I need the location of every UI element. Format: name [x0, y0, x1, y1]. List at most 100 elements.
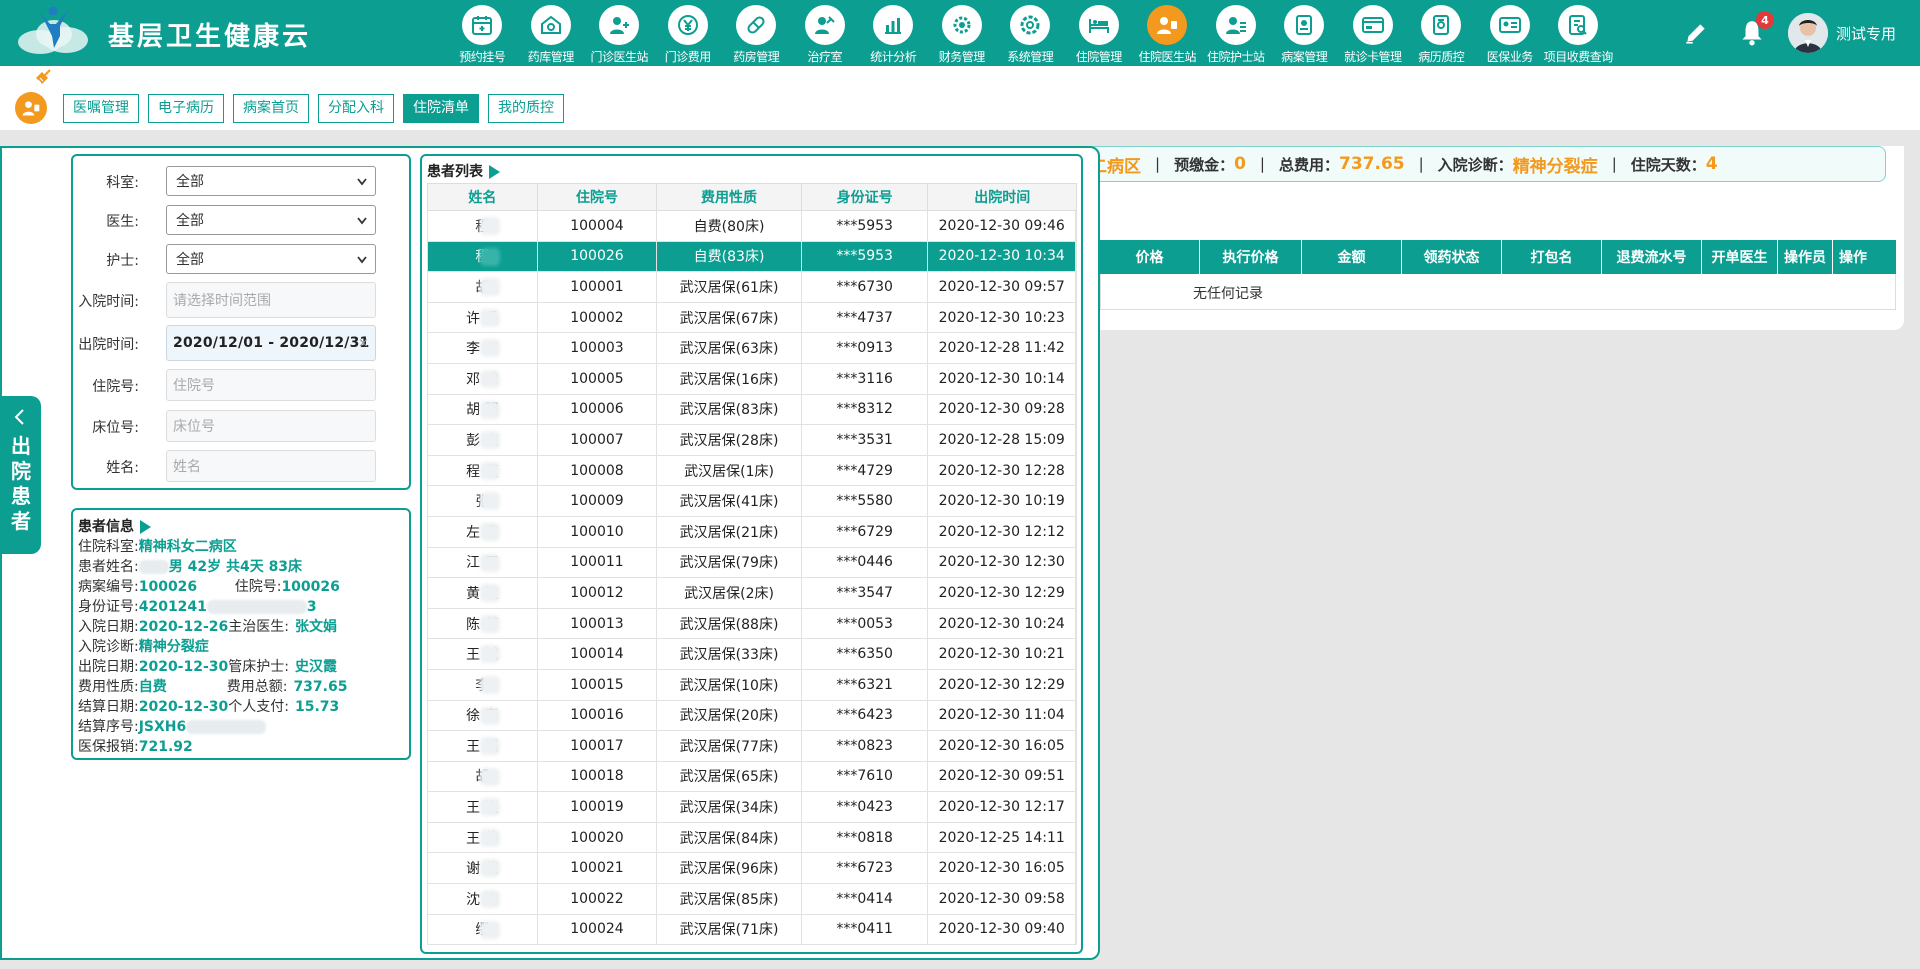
table-row[interactable]: 左 青 100010 武汉居保(21床) ***6729 2020-12-30 12:1… [427, 516, 1077, 548]
cell-fee-type-text: 武汉居保(84床) [679, 830, 779, 847]
nav-statistics[interactable]: 统计分析 [859, 5, 928, 65]
table-row[interactable]: 王 娟 100017 武汉居保(77床) ***0823 2020-12-30 16:0… [427, 731, 1077, 762]
tab-assign-dept[interactable]: 分配入科 [318, 94, 394, 123]
table-row[interactable]: 沈 涛 100022 武汉居保(85床) ***0414 2020-12-30 09:5… [427, 884, 1077, 915]
nav-outpatient-fee[interactable]: 门诊费用 [654, 5, 723, 65]
nav-visit-card[interactable]: 就诊卡管理 [1339, 5, 1408, 65]
tab-my-quality[interactable]: 我的质控 [488, 94, 564, 123]
cell-inpatient-no: 100007 [538, 425, 658, 455]
nav-record-quality[interactable]: 病历质控 [1407, 5, 1476, 65]
cell-fee-type-text: 武汉居保(21床) [679, 524, 779, 541]
nav-insurance[interactable]: 医保业务 [1476, 5, 1545, 65]
nav-inpatient-doctor[interactable]: 住院医生站 [1133, 5, 1202, 65]
nav-inpatient-mgmt[interactable]: 住院管理 [1065, 5, 1134, 65]
table-row[interactable]: 王 斌 100014 武汉居保(33床) ***6350 2020-12-30 10:2… [427, 639, 1077, 670]
table-row[interactable]: 邓 球 100005 武汉居保(16床) ***3116 2020-12-30 10:1… [427, 363, 1077, 395]
cell-discharge-time: 2020-12-30 09:46 [928, 211, 1076, 241]
masked-name [480, 645, 500, 664]
table-row[interactable]: 程 莲 100008 武汉居保(1床) ***4729 2020-12-30 12:28 [427, 455, 1077, 487]
info-label: 身份证号: [78, 599, 139, 615]
cell-fee-type: 武汉居保(1床) [657, 455, 802, 486]
inpatient-no-input[interactable]: 住院号 [166, 369, 376, 401]
nav-appointment[interactable]: 预约挂号 [448, 5, 517, 65]
cell-discharge-time: 2020-12-28 11:42 [928, 333, 1076, 363]
table-row[interactable]: 程 100004 自费(80床) ***5953 2020-12-30 09:46 [427, 211, 1077, 242]
cell-inpatient-no-text: 100006 [570, 401, 624, 418]
separator: | [1611, 155, 1617, 173]
cell-id-no: ***6730 [802, 272, 929, 302]
nav-outpatient-doctor[interactable]: 门诊医生站 [585, 5, 654, 65]
info-value: 精神分裂症 [138, 639, 209, 655]
tab-case-home[interactable]: 病案首页 [233, 94, 309, 123]
info-label: 出院日期: [78, 659, 139, 675]
table-row[interactable]: 胡 100018 武汉居保(65床) ***7610 2020-12-30 09:51 [427, 761, 1077, 793]
table-row[interactable]: 徐 春 100016 武汉居保(20床) ***6423 2020-12-30 11:0… [427, 700, 1077, 732]
cell-id-no: ***4737 [802, 302, 929, 333]
tab-emr[interactable]: 电子病历 [148, 94, 224, 123]
play-icon [489, 165, 500, 179]
nav-finance[interactable]: 财务管理 [928, 5, 997, 65]
table-row[interactable]: 张 100009 武汉居保(41床) ***5580 2020-12-30 10:19 [427, 486, 1077, 517]
cell-fee-type-text: 武汉居保(10床) [679, 677, 779, 694]
table-row[interactable]: 黄 敏 100012 武汉居保(2床) ***3547 2020-12-30 12:29 [427, 578, 1077, 609]
table-row[interactable]: 江 平 100011 武汉居保(79床) ***0446 2020-12-30 12:3… [427, 547, 1077, 579]
table-row[interactable]: 程 100026 自费(83床) ***5953 2020-12-30 10:34 [427, 241, 1077, 273]
cell-inpatient-no-text: 100019 [570, 799, 624, 816]
table-row[interactable]: 胡 明 100006 武汉居保(83床) ***8312 2020-12-30 09:2… [427, 394, 1077, 426]
pencil-icon[interactable] [1683, 20, 1709, 46]
cell-fee-type: 武汉居保(10床) [657, 669, 802, 700]
broom-icon[interactable] [34, 68, 52, 86]
cell-name: 沈 涛 [428, 884, 538, 914]
empty-text: 无任何记录 [1193, 286, 1263, 302]
dept-select[interactable]: 全部 [166, 166, 376, 196]
avatar[interactable] [1788, 13, 1828, 53]
cell-name: 胡 [428, 272, 538, 302]
nav-pharmacy[interactable]: 药房管理 [722, 5, 791, 65]
col-id-no: 身份证号 [802, 184, 929, 210]
info-label: 费用性质: [78, 679, 139, 695]
tab-orders[interactable]: 医嘱管理 [63, 94, 139, 123]
cell-discharge-time-text: 2020-12-28 15:09 [938, 431, 1065, 448]
table-row[interactable]: 许 兵 100002 武汉居保(67床) ***4737 2020-12-30 10:2… [427, 302, 1077, 334]
cell-discharge-time-text: 2020-12-30 16:05 [938, 737, 1065, 754]
clear-icon[interactable]: × [358, 336, 369, 351]
nav-medical-records[interactable]: 病案管理 [1270, 5, 1339, 65]
table-row[interactable]: 李 100015 武汉居保(10床) ***6321 2020-12-30 12:29 [427, 669, 1077, 701]
insurance-icon [1498, 17, 1521, 33]
nav-system[interactable]: 系统管理 [996, 5, 1065, 65]
table-row[interactable]: 彭 杰 100007 武汉居保(28床) ***3531 2020-12-28 15:0… [427, 425, 1077, 456]
table-row[interactable]: 缪 100024 武汉居保(71床) ***0411 2020-12-30 09:40 [427, 914, 1077, 946]
cell-inpatient-no: 100012 [538, 578, 658, 608]
nurse-select[interactable]: 全部 [166, 244, 376, 274]
cell-discharge-time: 2020-12-30 10:24 [928, 608, 1076, 639]
pill-icon [747, 16, 765, 34]
info-value: 精神科女二病区 [138, 539, 237, 555]
discharge-time-input[interactable]: 2020/12/01 - 2020/12/31 × [166, 325, 376, 361]
filter-admit-row: 入院时间: 请选择时间范围 [73, 282, 413, 318]
table-row[interactable]: 胡 100001 武汉居保(61床) ***6730 2020-12-30 09:57 [427, 272, 1077, 303]
drawer-toggle[interactable]: 出院患者 [0, 396, 41, 554]
cell-inpatient-no: 100014 [538, 639, 658, 669]
bed-no-input[interactable]: 床位号 [166, 410, 376, 442]
user-avatar-icon [1788, 13, 1828, 53]
cell-discharge-time-text: 2020-12-30 12:30 [938, 554, 1065, 571]
table-row[interactable]: 谢 花 100021 武汉居保(96床) ***6723 2020-12-30 16:0… [427, 853, 1077, 885]
username[interactable]: 测试专用 [1836, 23, 1896, 44]
masked-name [480, 614, 500, 633]
table-row[interactable]: 李 平 100003 武汉居保(63床) ***0913 2020-12-28 11:4… [427, 333, 1077, 364]
cell-discharge-time: 2020-12-30 09:57 [928, 272, 1076, 302]
nav-inpatient-nurse[interactable]: 住院护士站 [1202, 5, 1271, 65]
nav-fee-query[interactable]: 项目收费查询 [1544, 5, 1613, 65]
admit-time-input[interactable]: 请选择时间范围 [166, 282, 376, 318]
name-input[interactable]: 姓名 [166, 450, 376, 482]
cell-fee-type-text: 武汉居保(88床) [679, 616, 779, 633]
table-row[interactable]: 王 伟 100020 武汉居保(84床) ***0818 2020-12-25 14:1… [427, 822, 1077, 854]
cell-discharge-time-text: 2020-12-28 11:42 [938, 340, 1065, 357]
nav-drug-warehouse[interactable]: 药库管理 [517, 5, 586, 65]
cell-discharge-time: 2020-12-30 12:12 [928, 516, 1076, 547]
doctor-select[interactable]: 全部 [166, 205, 376, 235]
table-row[interactable]: 陈 芳 100013 武汉居保(88床) ***0053 2020-12-30 10:2… [427, 608, 1077, 640]
nav-treatment-room[interactable]: 治疗室 [791, 5, 860, 65]
table-row[interactable]: 王 连 100019 武汉居保(34床) ***0423 2020-12-30 12:1… [427, 792, 1077, 823]
tab-inpatient-list[interactable]: 住院清单 [403, 94, 479, 123]
